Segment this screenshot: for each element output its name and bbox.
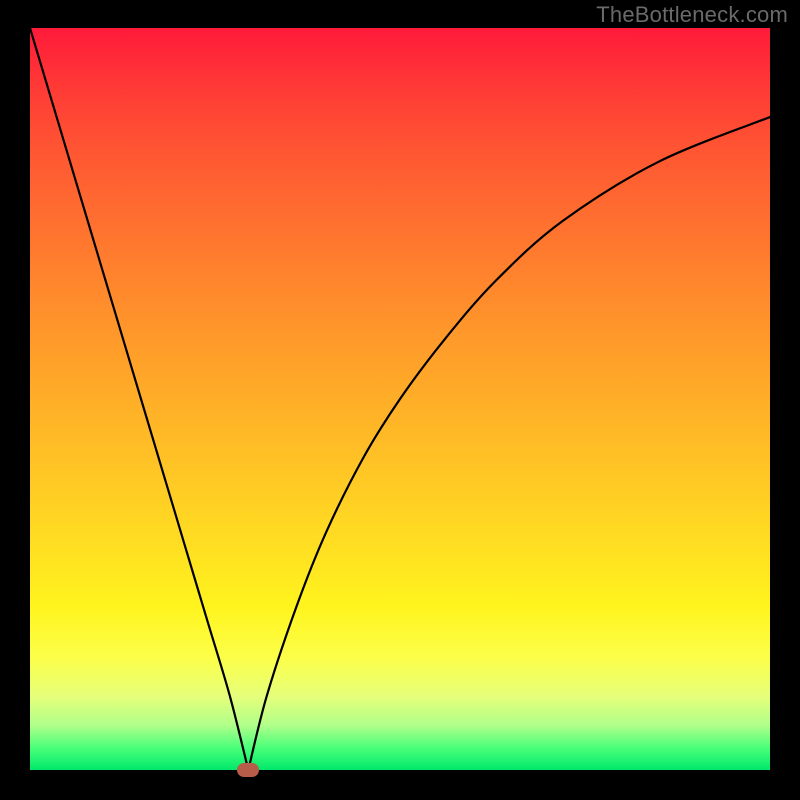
watermark-text: TheBottleneck.com <box>596 2 788 28</box>
bottleneck-curve-right <box>248 117 770 770</box>
chart-frame: TheBottleneck.com <box>0 0 800 800</box>
minimum-marker <box>237 763 259 777</box>
bottleneck-curve-left <box>30 28 248 770</box>
plot-area <box>30 28 770 770</box>
curve-svg <box>30 28 770 770</box>
